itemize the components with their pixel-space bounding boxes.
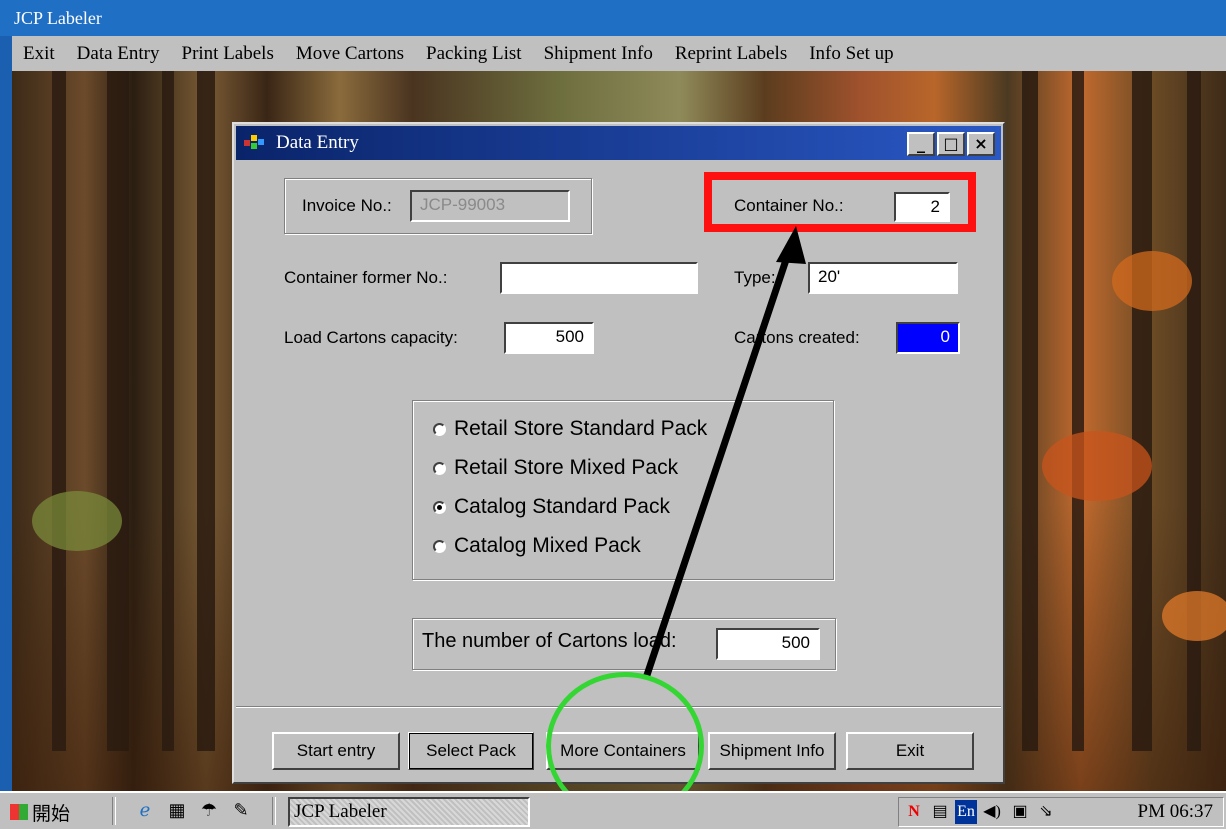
- app-title: JCP Labeler: [14, 8, 102, 28]
- language-indicator[interactable]: En: [955, 800, 977, 824]
- invoice-field[interactable]: JCP-99003: [410, 190, 570, 222]
- taskbar-divider: [112, 797, 116, 825]
- system-tray: N ▤ En ◀) ▣ ⇘ PM 06:37: [898, 797, 1224, 827]
- clock: PM 06:37: [1137, 801, 1214, 822]
- app-icon: [244, 135, 266, 151]
- radio-dot: [433, 422, 446, 436]
- menu-reprint-labels[interactable]: Reprint Labels: [664, 43, 798, 65]
- data-entry-dialog: Data Entry _ □ × Invoice No.: JCP-99003 …: [232, 122, 1005, 784]
- select-pack-button[interactable]: Select Pack: [408, 732, 534, 770]
- menu-exit[interactable]: Exit: [12, 43, 66, 65]
- menu-shipment-info[interactable]: Shipment Info: [533, 43, 664, 65]
- ie-icon[interactable]: ℯ: [134, 799, 156, 821]
- dialog-title-bar[interactable]: Data Entry _ □ ×: [236, 126, 1001, 160]
- pack-options-group: Retail Store Standard Pack Retail Store …: [412, 400, 834, 580]
- start-label: 開始: [32, 803, 71, 825]
- cartons-created-label: Cartons created:: [734, 328, 860, 347]
- dialog-title: Data Entry: [276, 132, 359, 153]
- separator: [236, 706, 1001, 708]
- windows-logo-icon: [10, 804, 28, 820]
- shipment-info-button[interactable]: Shipment Info: [708, 732, 836, 770]
- radio-catalog-standard[interactable]: Catalog Standard Pack: [433, 495, 670, 519]
- close-icon[interactable]: ×: [967, 132, 995, 156]
- volume-icon[interactable]: ◀): [981, 800, 1003, 824]
- menu-bar: Exit Data Entry Print Labels Move Carton…: [12, 36, 1226, 71]
- ime-icon[interactable]: ▤: [929, 800, 951, 824]
- container-former-field[interactable]: [500, 262, 698, 294]
- start-entry-button[interactable]: Start entry: [272, 732, 400, 770]
- menu-info-set-up[interactable]: Info Set up: [798, 43, 904, 65]
- menu-print-labels[interactable]: Print Labels: [171, 43, 285, 65]
- network-icon[interactable]: ⇘: [1035, 800, 1057, 824]
- load-capacity-label: Load Cartons capacity:: [284, 328, 458, 347]
- container-former-label: Container former No.:: [284, 268, 448, 287]
- radio-label: Retail Store Mixed Pack: [454, 456, 679, 479]
- cartons-load-field[interactable]: 500: [716, 628, 820, 660]
- channels-icon[interactable]: ☂: [198, 799, 220, 821]
- exit-button[interactable]: Exit: [846, 732, 974, 770]
- antivirus-icon[interactable]: N: [903, 800, 925, 824]
- radio-retail-standard[interactable]: Retail Store Standard Pack: [433, 417, 707, 441]
- radio-catalog-mixed[interactable]: Catalog Mixed Pack: [433, 534, 641, 558]
- start-button[interactable]: 開始: [10, 798, 70, 826]
- radio-dot: [433, 539, 446, 553]
- radio-label: Catalog Mixed Pack: [454, 534, 641, 557]
- radio-dot: [433, 461, 446, 475]
- cartons-created-field: 0: [896, 322, 960, 354]
- radio-label: Retail Store Standard Pack: [454, 417, 708, 440]
- type-field[interactable]: 20': [808, 262, 958, 294]
- container-no-label: Container No.:: [734, 196, 844, 215]
- container-no-field[interactable]: 2: [894, 192, 950, 222]
- menu-move-cartons[interactable]: Move Cartons: [285, 43, 415, 65]
- invoice-label: Invoice No.:: [302, 196, 392, 215]
- radio-label: Catalog Standard Pack: [454, 495, 670, 518]
- app-title-bar: JCP Labeler: [0, 0, 1226, 36]
- menu-packing-list[interactable]: Packing List: [415, 43, 533, 65]
- type-label: Type:: [734, 268, 776, 287]
- scheduler-icon[interactable]: ▣: [1009, 800, 1031, 824]
- more-containers-button[interactable]: More Containers: [546, 732, 700, 770]
- menu-data-entry[interactable]: Data Entry: [66, 43, 171, 65]
- radio-retail-mixed[interactable]: Retail Store Mixed Pack: [433, 456, 678, 480]
- load-capacity-field[interactable]: 500: [504, 322, 594, 354]
- minimize-icon[interactable]: _: [907, 132, 935, 156]
- notepad-icon[interactable]: ✎: [230, 799, 252, 821]
- desktop-icon[interactable]: ▦: [166, 799, 188, 821]
- taskbar-divider: [272, 797, 276, 825]
- taskbar: 開始 ℯ ▦ ☂ ✎ JCP Labeler N ▤ En ◀) ▣ ⇘ PM …: [0, 791, 1226, 829]
- task-jcp-labeler[interactable]: JCP Labeler: [288, 797, 530, 827]
- radio-dot-selected: [433, 500, 446, 514]
- cartons-load-label: The number of Cartons load:: [422, 630, 677, 652]
- maximize-icon[interactable]: □: [937, 132, 965, 156]
